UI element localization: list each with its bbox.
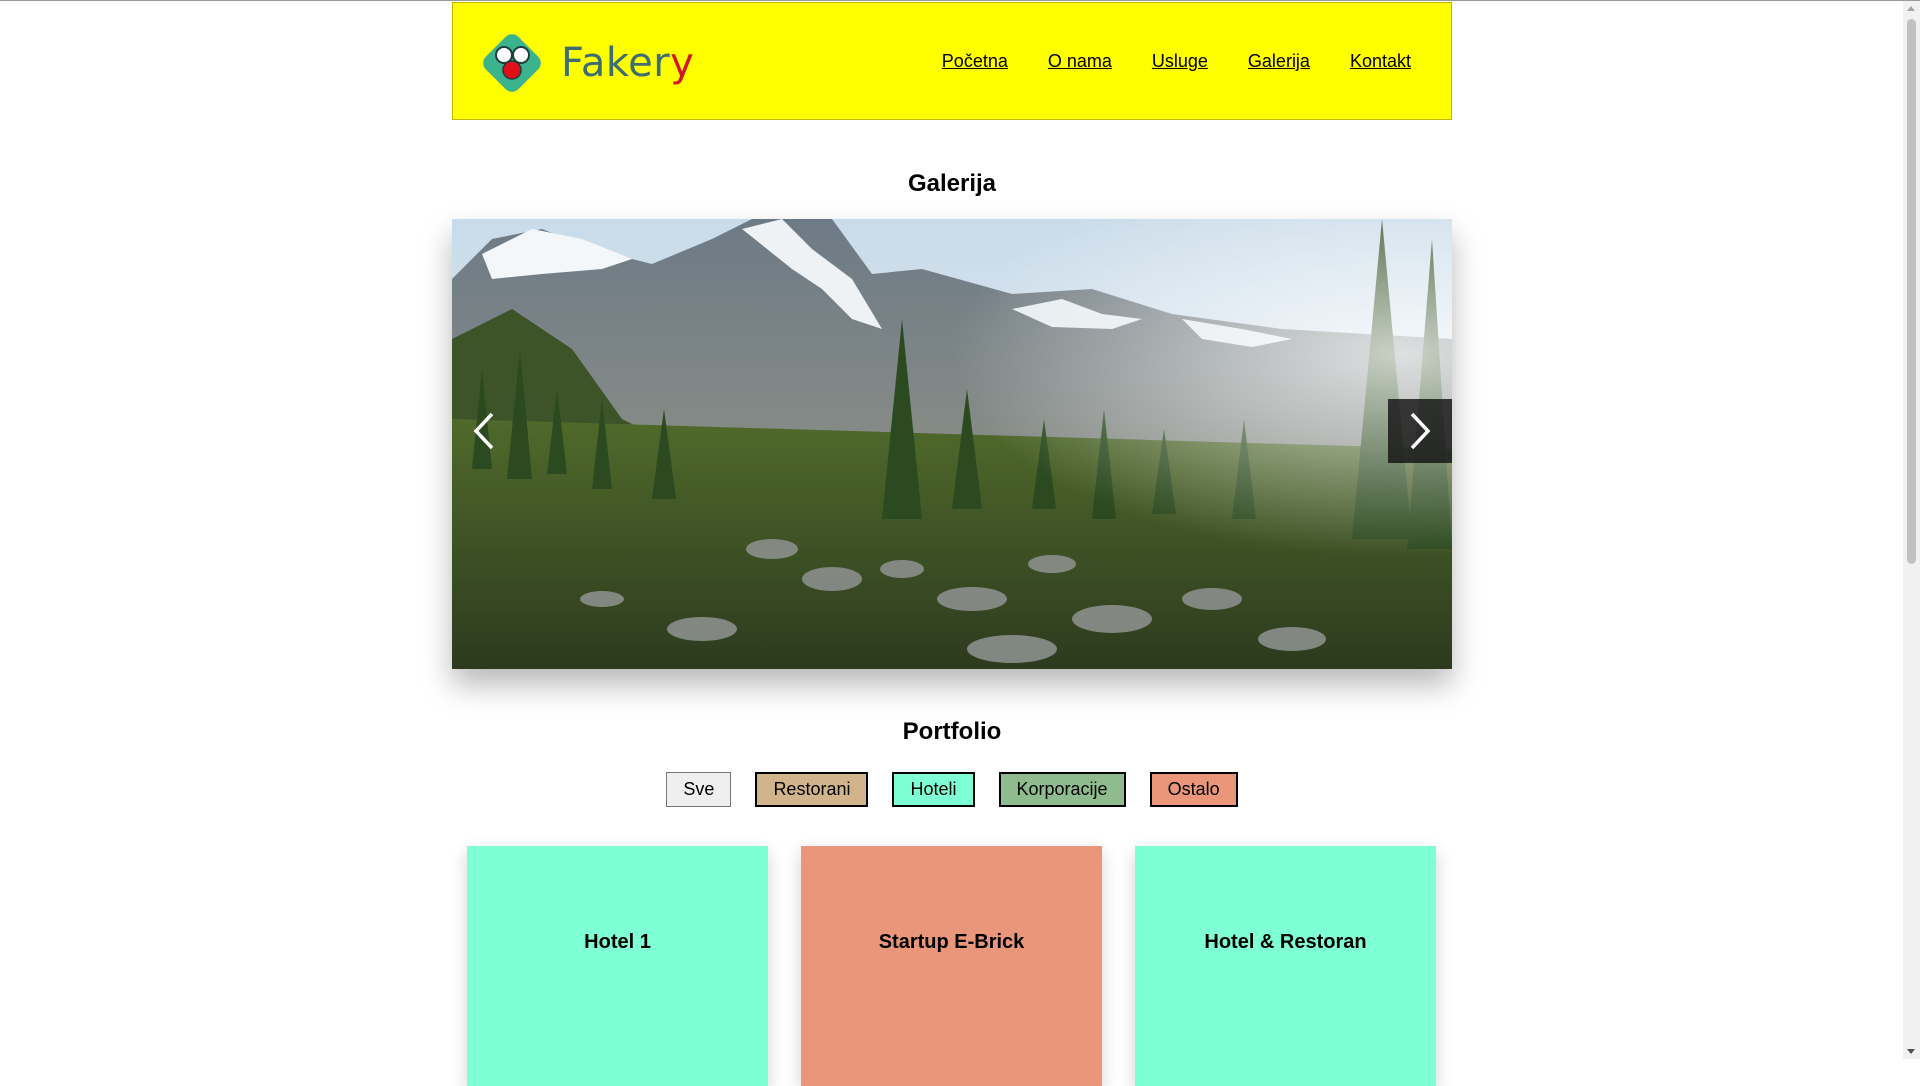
nav-link-galerija[interactable]: Galerija xyxy=(1248,51,1310,72)
filter-button-hoteli[interactable]: Hoteli xyxy=(892,772,975,807)
portfolio-card-hotel-1[interactable]: Hotel 1 xyxy=(467,846,768,1086)
nav-link-usluge[interactable]: Usluge xyxy=(1152,51,1208,72)
filter-button-korporacije[interactable]: Korporacije xyxy=(998,772,1126,807)
logo-wordmark: Fakery xyxy=(561,40,695,86)
scroll-up-arrow-icon[interactable] xyxy=(1907,6,1915,11)
nav-link-o-nama[interactable]: O nama xyxy=(1048,51,1112,72)
portfolio-card-hotel-restoran[interactable]: Hotel & Restoran xyxy=(1135,846,1436,1086)
scroll-down-arrow-icon[interactable] xyxy=(1907,1049,1915,1054)
page-scrollbar[interactable] xyxy=(1903,1,1920,1059)
nav-link-pocetna[interactable]: Početna xyxy=(942,51,1008,72)
scrollbar-thumb[interactable] xyxy=(1907,19,1916,564)
carousel-next-button[interactable] xyxy=(1388,399,1452,463)
carousel-slide-image xyxy=(452,219,1452,669)
chevron-left-icon xyxy=(473,412,494,450)
chevron-right-icon xyxy=(1410,412,1431,450)
filter-button-sve[interactable]: Sve xyxy=(666,772,732,807)
nav-link-kontakt[interactable]: Kontakt xyxy=(1350,51,1411,72)
carousel-prev-button[interactable] xyxy=(452,399,516,463)
filter-button-restorani[interactable]: Restorani xyxy=(755,772,869,807)
site-header: Fakery Početna O nama Usluge Galerija Ko… xyxy=(452,2,1452,120)
portfolio-card-startup-e-brick[interactable]: Startup E-Brick xyxy=(801,846,1102,1086)
portfolio-filters: Sve Restorani Hoteli Korporacije Ostalo xyxy=(452,772,1452,807)
main-navigation: Početna O nama Usluge Galerija Kontakt xyxy=(942,51,1411,72)
gallery-title: Galerija xyxy=(907,170,997,197)
logo-diamond-icon xyxy=(483,34,541,92)
gallery-carousel xyxy=(452,219,1452,669)
portfolio-grid: Hotel 1 Startup E-Brick Hotel & Restoran xyxy=(467,846,1437,1086)
portfolio-title: Portfolio xyxy=(902,718,1002,745)
site-logo[interactable]: Fakery xyxy=(473,23,694,103)
filter-button-ostalo[interactable]: Ostalo xyxy=(1149,772,1238,807)
